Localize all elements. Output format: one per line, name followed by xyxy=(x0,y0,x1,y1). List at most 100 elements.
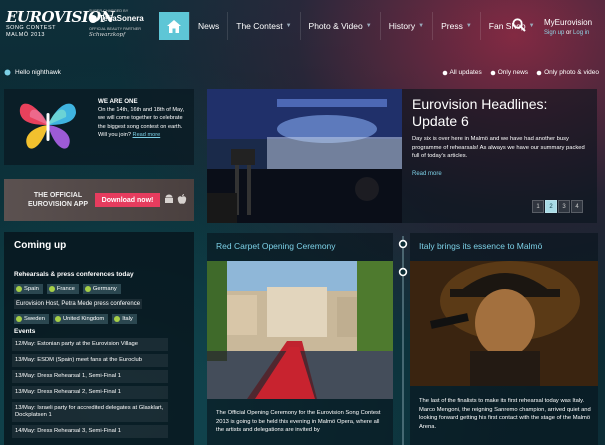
teliasonera-mark-icon xyxy=(89,15,97,23)
chevron-down-icon: ▼ xyxy=(285,23,292,29)
teliasonera-logo[interactable]: TeliaSonera xyxy=(89,14,151,24)
page-button-3[interactable]: 3 xyxy=(558,200,570,213)
tag-france[interactable]: France xyxy=(46,284,79,294)
we-are-one-box: WE ARE ONE On the 14th, 16th and 18th of… xyxy=(4,89,194,165)
tag-label: Germany xyxy=(92,286,117,292)
article-photo[interactable] xyxy=(207,261,393,399)
nav-history[interactable]: History ▼ xyxy=(379,12,432,40)
download-button[interactable]: Download now! xyxy=(95,193,160,207)
list-item[interactable]: 13/May: Dress Rehearsal 1, Semi-Final 1 xyxy=(12,370,168,383)
schwarzkopf-logo[interactable]: Schwarzkopf xyxy=(89,32,151,38)
singer-photo xyxy=(410,261,598,386)
logo-title: EUROVISION xyxy=(6,8,115,26)
butterfly-logo-icon xyxy=(19,103,76,149)
list-item[interactable]: 13/May: Israeli party for accredited del… xyxy=(12,402,168,422)
tag-label: France xyxy=(56,286,75,292)
chevron-down-icon: ▼ xyxy=(418,23,425,29)
article-title[interactable]: Red Carpet Opening Ceremony xyxy=(216,241,336,251)
filter-label: Only news xyxy=(497,69,529,76)
events-heading: Events xyxy=(14,328,36,335)
greeting-text: Hello nighthawk xyxy=(15,69,61,76)
studio-photo xyxy=(207,89,402,223)
apple-icon xyxy=(177,194,187,204)
my-eurovision: MyEurovision Sign up or Log in xyxy=(544,18,592,36)
list-item[interactable]: 13/May: Dress Rehearsal 2, Semi-Final 1 xyxy=(12,386,168,399)
user-greeting: Hello nighthawk xyxy=(4,69,61,76)
tag-label: Spain xyxy=(24,286,39,292)
filter-only-photo-video[interactable]: Only photo & video xyxy=(536,69,599,76)
page-button-4[interactable]: 4 xyxy=(571,200,583,213)
sponsor-name: TeliaSonera xyxy=(99,14,144,23)
article-body: The Official Opening Ceremony for the Eu… xyxy=(216,410,381,433)
page-button-2[interactable]: 2 xyxy=(545,200,557,213)
check-icon xyxy=(114,316,121,322)
logo-subtitle-2: MALMÖ 2013 xyxy=(6,32,45,38)
tag-italy[interactable]: Italy xyxy=(112,314,137,324)
nav-photo-video[interactable]: Photo & Video ▼ xyxy=(299,12,380,40)
tag-label: United Kingdom xyxy=(62,316,105,322)
we-are-one-title: WE ARE ONE xyxy=(98,98,138,105)
chevron-down-icon: ▼ xyxy=(465,23,472,29)
nav-label: News xyxy=(198,21,220,31)
radio-icon xyxy=(442,70,447,75)
official-app-banner[interactable]: THE OFFICIAL EUROVISION APP Download now… xyxy=(4,179,194,221)
list-item[interactable]: 12/May: Estonian party at the Eurovision… xyxy=(12,338,168,351)
app-label-line2: EUROVISION APP xyxy=(27,201,89,208)
article-card-italy[interactable]: Italy brings its essence to Malmö The la… xyxy=(410,233,598,445)
page-button-1[interactable]: 1 xyxy=(532,200,544,213)
article-card-red-carpet[interactable]: Red Carpet Opening Ceremony The Official… xyxy=(207,233,393,445)
filter-only-news[interactable]: Only news xyxy=(490,69,528,76)
headline-title[interactable]: Eurovision Headlines: Update 6 xyxy=(412,96,592,130)
chevron-down-icon: ▼ xyxy=(528,23,535,29)
app-label: THE OFFICIAL EUROVISION APP xyxy=(26,191,90,209)
article-photo[interactable] xyxy=(410,261,598,386)
tag-germany[interactable]: Germany xyxy=(82,284,121,294)
nav-the-contest[interactable]: The Contest ▼ xyxy=(227,12,299,40)
tag-spain[interactable]: Spain xyxy=(14,284,43,294)
article-title[interactable]: Italy brings its essence to Malmö xyxy=(419,241,542,251)
radio-icon xyxy=(536,70,542,75)
tag-sweden[interactable]: Sweden xyxy=(14,314,49,324)
press-conference-note[interactable]: Eurovision Host, Petra Mede press confer… xyxy=(14,299,143,309)
my-eurovision-title[interactable]: MyEurovision xyxy=(544,18,592,27)
nav-label: Press xyxy=(441,21,463,31)
check-icon xyxy=(16,286,22,292)
check-icon xyxy=(84,286,91,292)
sponsor-block: SUPER CHARGED BY TeliaSonera OFFICIAL BE… xyxy=(89,9,151,38)
tag-united-kingdom[interactable]: United Kingdom xyxy=(52,314,109,324)
home-button[interactable] xyxy=(159,12,189,40)
rehearsal-tags-row-1: Spain France Germany xyxy=(14,284,121,294)
eurovision-logo[interactable]: EUROVISION SONG CONTEST MALMÖ 2013 xyxy=(6,8,115,47)
red-carpet-photo xyxy=(207,261,393,399)
sign-up-link[interactable]: Sign up xyxy=(544,30,564,36)
we-are-one-read-more[interactable]: Read more xyxy=(133,132,161,138)
headline-photo[interactable] xyxy=(207,89,402,223)
headline-read-more[interactable]: Read more xyxy=(412,171,442,177)
log-in-link[interactable]: Log in xyxy=(573,30,589,36)
filter-all-updates[interactable]: All updates xyxy=(442,69,482,76)
tag-label: Sweden xyxy=(24,316,45,322)
user-dot-icon xyxy=(4,69,11,76)
list-item[interactable]: 14/May: Dress Rehearsal 3, Semi-Final 1 xyxy=(12,425,168,438)
radio-icon xyxy=(490,70,496,75)
article-body: The last of the finalists to make its fi… xyxy=(419,398,591,430)
logo-subtitle-1: SONG CONTEST xyxy=(6,25,57,31)
feed-filters: All updates Only news Only photo & video xyxy=(442,69,599,76)
tag-label: Italy xyxy=(122,316,133,322)
site-header: EUROVISION SONG CONTEST MALMÖ 2013 SUPER… xyxy=(0,0,605,52)
nav-label: The Contest xyxy=(236,21,283,31)
list-item[interactable]: 13/May: ESDM (Spain) meet fans at the Eu… xyxy=(12,354,168,367)
headline-body: Day six is over here in Malmö and we hav… xyxy=(412,136,585,159)
or-text: or xyxy=(566,30,572,36)
app-label-line1: THE OFFICIAL xyxy=(33,192,83,199)
nav-news[interactable]: News xyxy=(189,12,227,40)
timeline-rail xyxy=(398,236,408,445)
sub-bar: Hello nighthawk All updates Only news On… xyxy=(0,66,605,80)
main-nav: News The Contest ▼ Photo & Video ▼ History… xyxy=(189,12,543,40)
rehearsal-tags-row-2: Sweden United Kingdom Italy xyxy=(14,314,137,324)
nav-press[interactable]: Press ▼ xyxy=(432,12,480,40)
search-button[interactable] xyxy=(512,18,526,32)
search-icon xyxy=(512,18,526,32)
filter-label: Only photo & video xyxy=(544,69,599,76)
check-icon xyxy=(48,286,55,292)
